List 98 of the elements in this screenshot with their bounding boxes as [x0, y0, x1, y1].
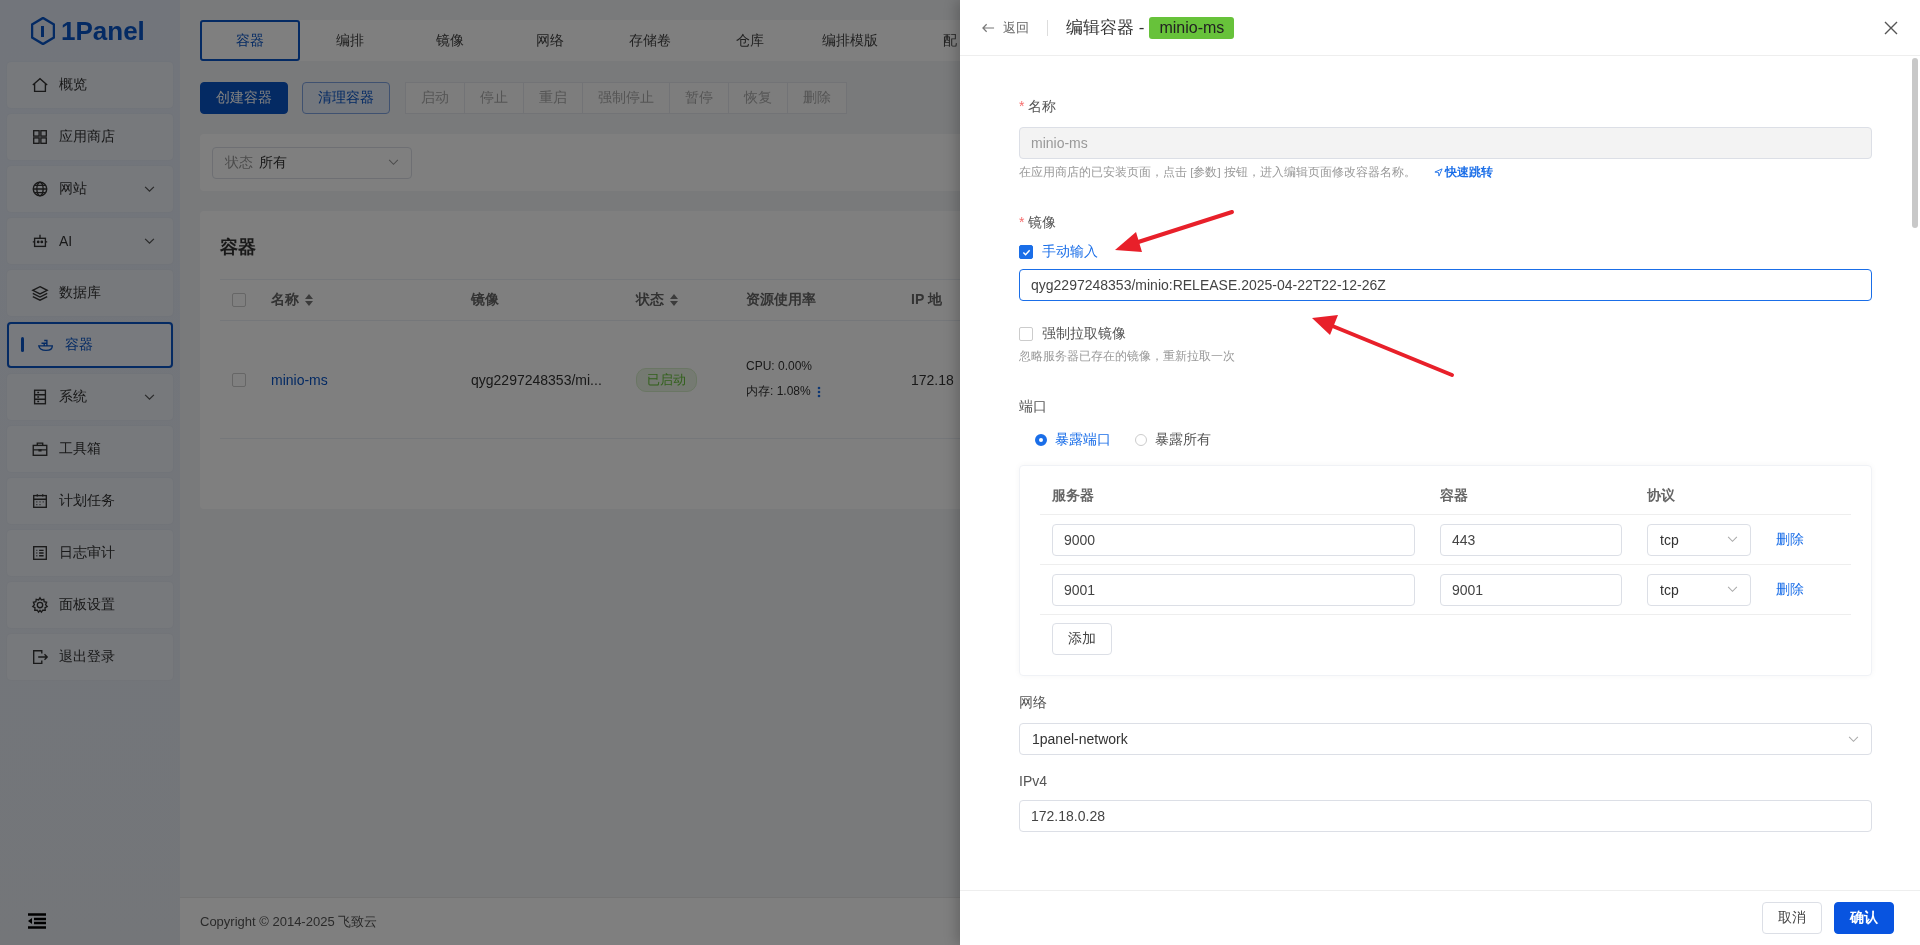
memory-usage: 内存: 1.08%: [746, 383, 811, 400]
home-icon: [31, 76, 49, 94]
column-header[interactable]: 名称: [271, 291, 471, 309]
chevron-down-icon: [388, 159, 399, 166]
sidebar-item[interactable]: 计划任务: [7, 478, 173, 524]
sidebar-item[interactable]: 网站: [7, 166, 173, 212]
manual-input-checkbox[interactable]: 手动输入: [1019, 243, 1872, 261]
tab[interactable]: 网络: [500, 20, 600, 61]
container-name-link[interactable]: minio-ms: [271, 371, 328, 388]
cancel-button[interactable]: 取消: [1762, 902, 1822, 934]
robot-icon: [31, 232, 49, 250]
required-mark: *: [1019, 98, 1025, 116]
drawer-title: 编辑容器 -: [1066, 17, 1145, 39]
sidebar-item[interactable]: 工具箱: [7, 426, 173, 472]
column-header: 协议: [1647, 487, 1675, 505]
layers-icon: [31, 284, 49, 302]
delete-link[interactable]: 删除: [1776, 580, 1804, 599]
force-pull-checkbox[interactable]: 强制拉取镜像: [1019, 325, 1872, 343]
status-tag: 已启动: [636, 367, 697, 392]
checkbox[interactable]: [232, 372, 246, 387]
cpu-usage: CPU: 0.00%: [746, 359, 813, 373]
scrollbar[interactable]: [1912, 58, 1918, 228]
chevron-down-icon: [1727, 586, 1738, 593]
back-link[interactable]: 返回: [982, 18, 1029, 37]
field-label: 网络: [1019, 694, 1048, 712]
sidebar-item[interactable]: 容器: [7, 322, 173, 368]
sidebar-item[interactable]: 数据库: [7, 270, 173, 316]
settings-icon: [31, 596, 49, 614]
tab[interactable]: 存储卷: [600, 20, 700, 61]
confirm-button[interactable]: 确认: [1834, 902, 1894, 934]
radio-option[interactable]: 暴露端口: [1035, 431, 1111, 449]
logo-text: 1Panel: [61, 15, 145, 47]
sidebar-item[interactable]: 面板设置: [7, 582, 173, 628]
protocol-select[interactable]: tcp: [1647, 573, 1751, 606]
chevron-down-icon: [144, 393, 155, 401]
column-header: 容器: [1440, 487, 1469, 505]
column-header[interactable]: 状态: [636, 291, 746, 309]
tab[interactable]: 镜像: [400, 20, 500, 61]
grid-icon: [31, 128, 49, 146]
chevron-down-icon: [1848, 735, 1859, 743]
host-port-field[interactable]: 9001: [1052, 573, 1415, 606]
radio-option[interactable]: 暴露所有: [1135, 431, 1211, 449]
network-select[interactable]: 1panel-network: [1019, 723, 1872, 755]
help-text: 忽略服务器已存在的镜像，重新拉取一次: [1019, 349, 1235, 364]
table-title: 容器: [220, 236, 256, 259]
logout-icon: [31, 648, 49, 666]
required-mark: *: [1019, 214, 1025, 232]
sidebar-item[interactable]: 概览: [7, 62, 173, 108]
column-header: 镜像: [471, 291, 500, 309]
tab[interactable]: 容器: [200, 20, 300, 61]
check-icon: [1021, 247, 1031, 257]
clean-containers-button[interactable]: 清理容器: [302, 82, 390, 114]
sidebar-item[interactable]: 应用商店: [7, 114, 173, 160]
sidebar-item[interactable]: 日志审计: [7, 530, 173, 576]
server-icon: [31, 388, 49, 406]
sidebar-item[interactable]: AI: [7, 218, 173, 264]
calendar-icon: [31, 492, 49, 510]
container-tag: minio-ms: [1149, 16, 1235, 39]
help-text: 在应用商店的已安装页面，点击 [参数] 按钮，进入编辑页面修改容器名称。: [1019, 165, 1416, 180]
field-label: IPv4: [1019, 773, 1048, 789]
tab[interactable]: 编排模版: [800, 20, 900, 61]
chevron-down-icon: [144, 237, 155, 245]
sidebar-item[interactable]: 系统: [7, 374, 173, 420]
field-label: 镜像: [1028, 214, 1057, 232]
logo-icon: [31, 17, 55, 45]
create-container-button[interactable]: 创建容器: [200, 82, 288, 114]
copyright-text: Copyright © 2014-2025 飞致云: [200, 912, 378, 931]
delete-link[interactable]: 删除: [1776, 530, 1804, 549]
protocol-select[interactable]: tcp: [1647, 523, 1751, 556]
arrow-left-icon: [982, 22, 995, 33]
tab[interactable]: 仓库: [700, 20, 800, 61]
image-field[interactable]: qyg2297248353/minio:RELEASE.2025-04-22T22-12-26Z: [1019, 269, 1872, 301]
toolbox-icon: [31, 440, 49, 458]
table-cell: qyg2297248353/mi...: [471, 371, 602, 388]
close-icon[interactable]: [1884, 20, 1898, 35]
host-port-field[interactable]: 9000: [1052, 523, 1415, 556]
field-label: 名称: [1028, 98, 1057, 116]
more-icon[interactable]: [816, 385, 821, 398]
field-label: 端口: [1019, 398, 1048, 416]
sort-icon: [670, 294, 678, 306]
column-header: IP 地: [911, 291, 943, 309]
add-button[interactable]: 添加: [1052, 623, 1112, 655]
chevron-down-icon: [1727, 536, 1738, 543]
send-icon: [1433, 168, 1443, 177]
checkbox[interactable]: [232, 293, 246, 307]
container-port-field[interactable]: 443: [1440, 523, 1622, 556]
chevron-down-icon: [144, 185, 155, 193]
list-icon: [31, 544, 49, 562]
container-port-field[interactable]: 9001: [1440, 573, 1622, 606]
sort-icon: [305, 294, 313, 306]
collapse-menu-icon[interactable]: [27, 913, 47, 929]
table-cell: 172.18: [911, 371, 954, 388]
tab[interactable]: 编排: [300, 20, 400, 61]
sidebar-item[interactable]: 退出登录: [7, 634, 173, 680]
column-header: 服务器: [1052, 487, 1095, 505]
globe-icon: [31, 180, 49, 198]
column-header: 资源使用率: [746, 291, 817, 309]
ipv4-field[interactable]: 172.18.0.28: [1019, 800, 1872, 832]
